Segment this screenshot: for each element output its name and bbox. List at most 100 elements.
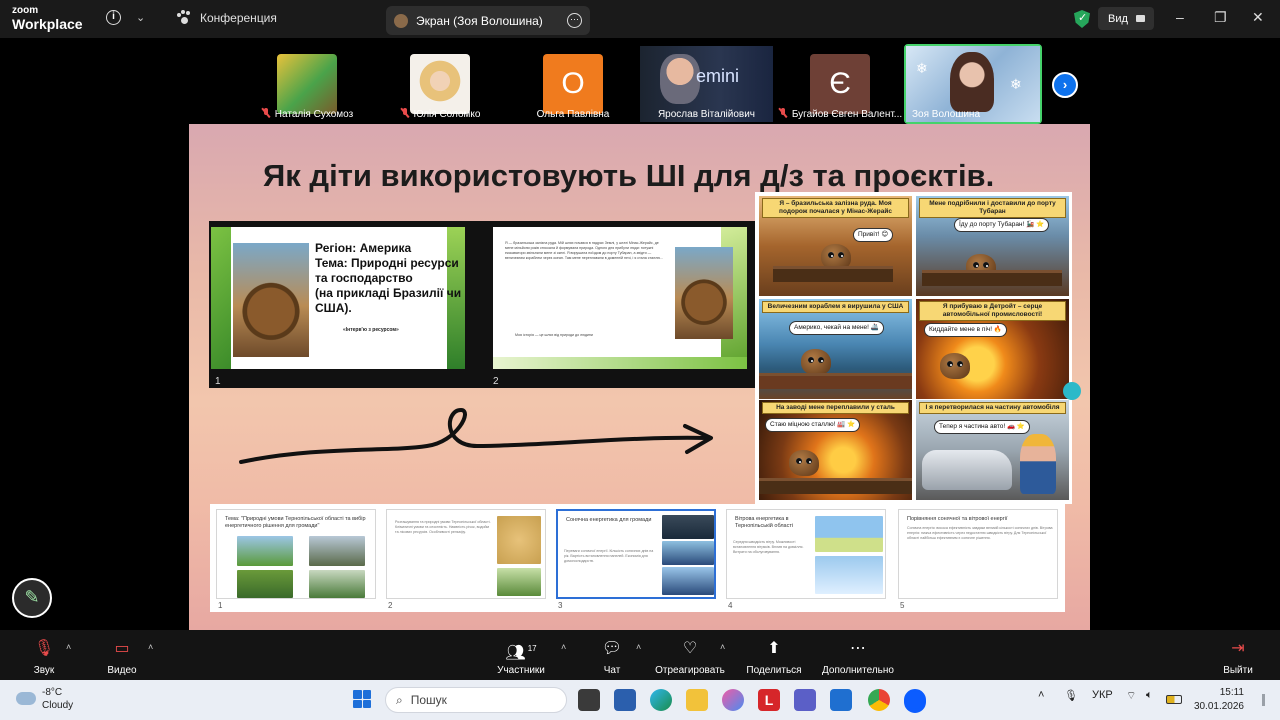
audio-label: Звук [33, 665, 55, 676]
system-clock[interactable]: 15:11 30.01.2026 [1190, 686, 1244, 714]
windows-start-icon[interactable] [353, 690, 371, 708]
paw-icon [176, 10, 192, 26]
close-button[interactable]: ✕ [1252, 9, 1264, 26]
snowflake-icon: ❄ [1010, 76, 1022, 92]
store-icon[interactable] [614, 689, 636, 711]
heart-icon: ♡ [682, 640, 698, 657]
meeting-toolbar: 🎙︎ Звук ˄ ▭ Видео ˄ 👥︎ 17 Участники ˄ 💬︎ … [0, 630, 1280, 680]
thumbnail-text: Сонячна енергія: висока ефективність зав… [907, 526, 1053, 540]
maximize-button[interactable]: ❐ [1214, 9, 1227, 26]
thumbnail-slide-3-selected[interactable]: Сонячна енергетика для громади Переваги … [556, 509, 716, 599]
microphone-icon[interactable]: 🎙︎ [1064, 689, 1078, 702]
audio-options-caret-icon[interactable]: ˄ [66, 642, 71, 652]
video-label: Видео [107, 665, 137, 676]
mini-slide-subtitle: «Інтерв'ю з ресурсом» [343, 327, 399, 333]
title-bar: zoom Workplace i ⌄ Конференция Экран (Зо… [0, 0, 1280, 38]
security-shield-icon[interactable] [1074, 10, 1090, 28]
more-icon[interactable]: ··· [567, 13, 582, 28]
annotate-pen-button[interactable]: ✎ [12, 578, 52, 618]
outlook-icon[interactable] [830, 689, 852, 711]
react-button[interactable]: ♡ Отреагировать [650, 635, 730, 676]
thumbnail-number: 5 [900, 601, 905, 610]
thumbnail-slide-2[interactable]: Розташування та природні умови Тернопіль… [386, 509, 546, 599]
comic-panel: Я – бразильська залізна руда. Моя подоро… [759, 196, 912, 296]
letter-l-app-icon[interactable]: L [758, 689, 780, 711]
wifi-icon[interactable]: ⌔ [1126, 689, 1136, 703]
thumbnail-slide-1[interactable]: Тема: "Природні умови Тернопільської обл… [216, 509, 376, 599]
notifications-icon[interactable] [1262, 694, 1265, 706]
weather-widget[interactable]: -8°C Cloudy [16, 686, 73, 712]
participant-tile[interactable]: Юлія Соломко [373, 46, 507, 122]
participants-button[interactable]: 👥︎ 17 Участники [481, 635, 561, 676]
participant-name: Ольга Павлівна [536, 109, 610, 120]
participant-photo [277, 54, 337, 114]
participant-name: Ярослав Віталійович [657, 109, 756, 120]
taskbar-search[interactable]: ⌕ Пошук [385, 687, 567, 713]
rail-cart [922, 270, 1062, 286]
react-options-caret-icon[interactable]: ˄ [720, 642, 725, 652]
tab-screen-share[interactable]: Экран (Зоя Волошина) ··· [386, 6, 590, 35]
temperature: -8°C [42, 687, 63, 698]
battery-icon[interactable] [1166, 695, 1182, 704]
comic-panel: На заводі мене переплавили у сталь Стаю … [759, 400, 912, 500]
task-view-icon[interactable] [578, 689, 600, 711]
participant-tile-active-speaker[interactable]: ❄ ❄ Зоя Волошина [904, 44, 1042, 124]
speech-bubble: Тепер я частина авто! 🚗 ⭐ [934, 420, 1031, 434]
participant-tile[interactable]: О Ольга Павлівна [506, 46, 640, 122]
thumbnail-text: Середня швидкість вітру. Можливості вста… [733, 540, 804, 554]
zoom-app-icon[interactable] [904, 689, 926, 711]
thumbnail-slide-4[interactable]: Вітрова енергетика в Тернопільській обла… [726, 509, 886, 599]
mic-muted-icon [261, 108, 271, 118]
tab-conference[interactable]: Конференция [176, 10, 277, 26]
furnace-base [759, 478, 912, 494]
logo-bottom-text: Workplace [12, 16, 83, 32]
thumbnail-number: 2 [388, 601, 393, 610]
share-button[interactable]: ⬆︎ Поделиться [734, 635, 814, 676]
participant-tile[interactable]: emini Ярослав Віталійович [640, 46, 773, 122]
participants-icon: 👥︎ 17 [505, 644, 537, 662]
more-button[interactable]: ⋯ Дополнительно [818, 635, 898, 676]
chevron-down-icon[interactable]: ⌄ [136, 11, 145, 24]
participant-tile[interactable]: Є Бугайов Євген Валент... [773, 46, 907, 122]
mini-slide-heading: Регіон: Америка Тема: Природні ресурси т… [315, 241, 462, 315]
show-hidden-icons[interactable]: ˄ [1038, 689, 1044, 701]
next-page-arrow-icon[interactable]: › [1052, 72, 1078, 98]
comic-caption: Мене подрібнили і доставили до порту Туб… [919, 198, 1066, 218]
thumbnail-title: Порівняння сонячної та вітрової енергії [907, 516, 1008, 522]
video-options-caret-icon[interactable]: ˄ [148, 642, 153, 652]
clock-date: 30.01.2026 [1193, 701, 1244, 712]
weather-status: Cloudy [42, 700, 74, 711]
mini-slide-1: Регіон: Америка Тема: Природні ресурси т… [211, 227, 465, 369]
comic-panel: Величезним кораблем я вирушила у США Аме… [759, 299, 912, 399]
thumbnail-number: 1 [218, 601, 223, 610]
view-button[interactable]: Вид [1098, 7, 1154, 30]
react-label: Отреагировать [655, 665, 725, 676]
participant-tile[interactable]: Наталія Сухомоз [240, 46, 374, 122]
slide-thumbnails: Тема: "Природні умови Тернопільської обл… [210, 504, 1065, 612]
chrome-icon[interactable] [868, 689, 890, 711]
tab-screen-share-label: Экран (Зоя Волошина) [416, 13, 543, 28]
audio-button[interactable]: 🎙︎ Звук [4, 635, 84, 676]
participant-name: Бугайов Євген Валент... [773, 108, 907, 120]
volume-icon[interactable]: 🔈︎ [1146, 689, 1153, 702]
search-icon: ⌕ [396, 692, 403, 707]
leave-button[interactable]: ⇥ Выйти [1198, 635, 1278, 676]
teams-icon[interactable] [794, 689, 816, 711]
snowflake-icon: ❄ [916, 60, 928, 76]
curved-arrow [239, 407, 713, 464]
copilot-icon[interactable] [722, 689, 744, 711]
mini-slide-footer-text: Моя історія — це шлях від природи до люд… [515, 333, 593, 337]
slide-number: 2 [493, 376, 499, 387]
minimize-button[interactable]: – [1176, 9, 1184, 25]
file-explorer-icon[interactable] [686, 689, 708, 711]
chat-options-caret-icon[interactable]: ˄ [636, 642, 641, 652]
thumbnail-title: Тема: "Природні умови Тернопільської обл… [225, 516, 366, 529]
thumbnail-slide-5[interactable]: Порівняння сонячної та вітрової енергії … [898, 509, 1058, 599]
edge-icon[interactable] [650, 689, 672, 711]
info-icon[interactable]: i [106, 10, 121, 25]
participant-name: Юлія Соломко [373, 108, 507, 120]
background-text: emini [696, 66, 740, 86]
language-indicator[interactable]: УКР [1092, 689, 1113, 701]
speech-bubble: Їду до порту Тубаран! 🚂 ⭐ [954, 218, 1050, 232]
participants-options-caret-icon[interactable]: ˄ [561, 642, 566, 652]
